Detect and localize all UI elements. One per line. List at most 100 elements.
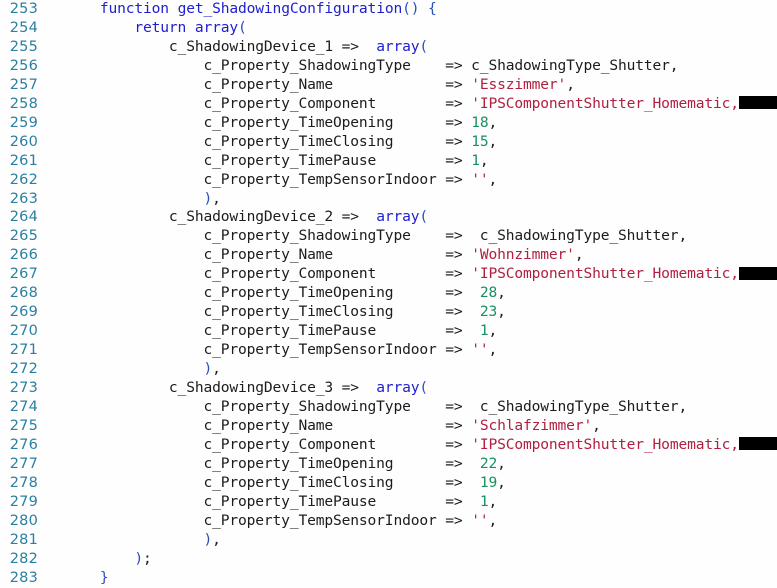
code-line[interactable]: 273 c_ShadowingDevice_3 => array( bbox=[0, 379, 777, 398]
code-line-content[interactable]: c_Property_TempSensorIndoor => '', bbox=[44, 512, 777, 531]
code-line-content[interactable]: c_Property_ShadowingType => c_ShadowingT… bbox=[44, 227, 777, 246]
code-line-content[interactable]: c_Property_Name => 'Esszimmer', bbox=[44, 76, 777, 95]
token-punct: , bbox=[488, 170, 498, 188]
code-line[interactable]: 281 ), bbox=[0, 531, 777, 550]
code-line-content[interactable]: c_ShadowingDevice_3 => array( bbox=[44, 379, 777, 398]
code-line[interactable]: 274 c_Property_ShadowingType => c_Shadow… bbox=[0, 398, 777, 417]
code-line-content[interactable]: c_Property_TimePause => 1, bbox=[44, 152, 777, 171]
code-line-content[interactable]: ), bbox=[44, 531, 777, 550]
token-punct: , bbox=[488, 492, 498, 510]
code-line[interactable]: 255 c_ShadowingDevice_1 => array( bbox=[0, 38, 777, 57]
code-line[interactable]: 259 c_Property_TimeOpening => 18, bbox=[0, 114, 777, 133]
code-line-content[interactable]: c_Property_ShadowingType => c_ShadowingT… bbox=[44, 398, 777, 417]
code-line-content[interactable]: function get_ShadowingConfiguration() { bbox=[44, 0, 777, 19]
line-number: 275 bbox=[9, 417, 38, 434]
code-line-content[interactable]: c_Property_TimePause => 1, bbox=[44, 322, 777, 341]
redaction-block bbox=[738, 266, 777, 280]
line-number: 261 bbox=[9, 152, 38, 169]
line-number: 271 bbox=[9, 342, 38, 359]
token-num: 22 bbox=[479, 454, 498, 472]
code-line[interactable]: 267 c_Property_Component => 'IPSComponen… bbox=[0, 265, 777, 284]
code-line[interactable]: 265 c_Property_ShadowingType => c_Shadow… bbox=[0, 227, 777, 246]
code-line-content[interactable]: c_Property_TimeClosing => 15, bbox=[44, 133, 777, 152]
code-line[interactable]: 264 c_ShadowingDevice_2 => array( bbox=[0, 208, 777, 227]
token-punct bbox=[48, 190, 203, 207]
code-line[interactable]: 263 ), bbox=[0, 190, 777, 209]
code-line-content[interactable]: ), bbox=[44, 190, 777, 209]
token-brace: ( bbox=[419, 37, 429, 55]
token-id: c_Property_ShadowingType => c_ShadowingT… bbox=[48, 227, 688, 245]
code-line-content[interactable]: c_Property_ShadowingType => c_ShadowingT… bbox=[44, 57, 777, 76]
code-line[interactable]: 260 c_Property_TimeClosing => 15, bbox=[0, 133, 777, 152]
line-number: 279 bbox=[9, 493, 38, 510]
token-brace: ( bbox=[419, 379, 429, 397]
code-line-content[interactable]: c_ShadowingDevice_2 => array( bbox=[44, 208, 777, 227]
code-line-content[interactable]: } bbox=[44, 569, 777, 588]
code-line-content[interactable]: c_Property_Component => 'IPSComponentShu… bbox=[44, 265, 777, 284]
token-id: c_ShadowingDevice_2 => bbox=[168, 208, 377, 226]
token-punct bbox=[48, 38, 169, 55]
code-editor-viewport[interactable]: 253 function get_ShadowingConfiguration(… bbox=[0, 0, 777, 588]
code-line[interactable]: 278 c_Property_TimeClosing => 19, bbox=[0, 474, 777, 493]
code-line-content[interactable]: c_Property_TimeOpening => 18, bbox=[44, 114, 777, 133]
code-line-content[interactable]: c_Property_Name => 'Schlafzimmer', bbox=[44, 417, 777, 436]
code-line-content[interactable]: c_Property_TimeClosing => 19, bbox=[44, 474, 777, 493]
code-line[interactable]: 254 return array( bbox=[0, 19, 777, 38]
code-line[interactable]: 283 } bbox=[0, 569, 777, 588]
code-line-content[interactable]: c_Property_Name => 'Wohnzimmer', bbox=[44, 246, 777, 265]
line-number: 260 bbox=[9, 133, 38, 150]
code-line[interactable]: 275 c_Property_Name => 'Schlafzimmer', bbox=[0, 417, 777, 436]
code-line-content[interactable]: ), bbox=[44, 360, 777, 379]
code-line[interactable]: 276 c_Property_Component => 'IPSComponen… bbox=[0, 436, 777, 455]
code-line[interactable]: 268 c_Property_TimeOpening => 28, bbox=[0, 284, 777, 303]
code-line-content[interactable]: c_Property_TimeOpening => 28, bbox=[44, 284, 777, 303]
token-kw: array bbox=[194, 18, 239, 36]
code-line-content[interactable]: c_Property_TempSensorIndoor => '', bbox=[44, 171, 777, 190]
code-line-content[interactable]: c_Property_Component => 'IPSComponentShu… bbox=[44, 436, 777, 455]
code-line[interactable]: 256 c_Property_ShadowingType => c_Shadow… bbox=[0, 57, 777, 76]
token-id: c_Property_ShadowingType => c_ShadowingT… bbox=[48, 56, 679, 74]
code-line[interactable]: 269 c_Property_TimeClosing => 23, bbox=[0, 303, 777, 322]
token-num: 18 bbox=[471, 113, 489, 131]
line-number: 270 bbox=[9, 323, 38, 340]
code-line[interactable]: 262 c_Property_TempSensorIndoor => '', bbox=[0, 171, 777, 190]
token-id: c_Property_TimeClosing => bbox=[48, 132, 472, 150]
code-line-content[interactable]: c_Property_TimeClosing => 23, bbox=[44, 303, 777, 322]
code-line[interactable]: 272 ), bbox=[0, 360, 777, 379]
line-number: 276 bbox=[9, 436, 38, 453]
code-line[interactable]: 266 c_Property_Name => 'Wohnzimmer', bbox=[0, 246, 777, 265]
code-line-content[interactable]: c_Property_TimeOpening => 22, bbox=[44, 455, 777, 474]
code-line[interactable]: 279 c_Property_TimePause => 1, bbox=[0, 493, 777, 512]
code-line[interactable]: 280 c_Property_TempSensorIndoor => '', bbox=[0, 512, 777, 531]
code-line-content[interactable]: return array( bbox=[44, 19, 777, 38]
token-brace: ( bbox=[419, 208, 429, 226]
line-number: 253 bbox=[9, 1, 38, 17]
token-num: 28 bbox=[479, 284, 498, 302]
code-line[interactable]: 261 c_Property_TimePause => 1, bbox=[0, 152, 777, 171]
code-line[interactable]: 257 c_Property_Name => 'Esszimmer', bbox=[0, 76, 777, 95]
code-line[interactable]: 277 c_Property_TimeOpening => 22, bbox=[0, 455, 777, 474]
code-line-list[interactable]: 253 function get_ShadowingConfiguration(… bbox=[0, 0, 777, 588]
code-line[interactable]: 282 ); bbox=[0, 550, 777, 569]
token-punct: , bbox=[479, 151, 489, 169]
line-number: 257 bbox=[9, 76, 38, 93]
code-line[interactable]: 270 c_Property_TimePause => 1, bbox=[0, 322, 777, 341]
code-line[interactable]: 271 c_Property_TempSensorIndoor => '', bbox=[0, 341, 777, 360]
token-punct: , bbox=[488, 113, 498, 131]
redaction-block bbox=[738, 96, 777, 110]
code-line[interactable]: 258 c_Property_Component => 'IPSComponen… bbox=[0, 95, 777, 114]
code-line-content[interactable]: c_Property_TempSensorIndoor => '', bbox=[44, 341, 777, 360]
token-str: 'Wohnzimmer' bbox=[471, 246, 575, 264]
token-brace: ( bbox=[238, 18, 247, 36]
token-str: 'Esszimmer' bbox=[471, 75, 567, 93]
code-line[interactable]: 253 function get_ShadowingConfiguration(… bbox=[0, 0, 777, 19]
token-kw: array bbox=[376, 379, 420, 397]
token-id: c_Property_TimeOpening => bbox=[48, 454, 480, 472]
token-punct bbox=[169, 0, 178, 17]
code-line-content[interactable]: ); bbox=[44, 550, 777, 569]
token-id: c_Property_Name => bbox=[48, 416, 472, 434]
code-line-content[interactable]: c_Property_Component => 'IPSComponentShu… bbox=[44, 95, 777, 114]
code-line-content[interactable]: c_ShadowingDevice_1 => array( bbox=[44, 38, 777, 57]
token-num: 1 bbox=[471, 151, 480, 169]
code-line-content[interactable]: c_Property_TimePause => 1, bbox=[44, 493, 777, 512]
